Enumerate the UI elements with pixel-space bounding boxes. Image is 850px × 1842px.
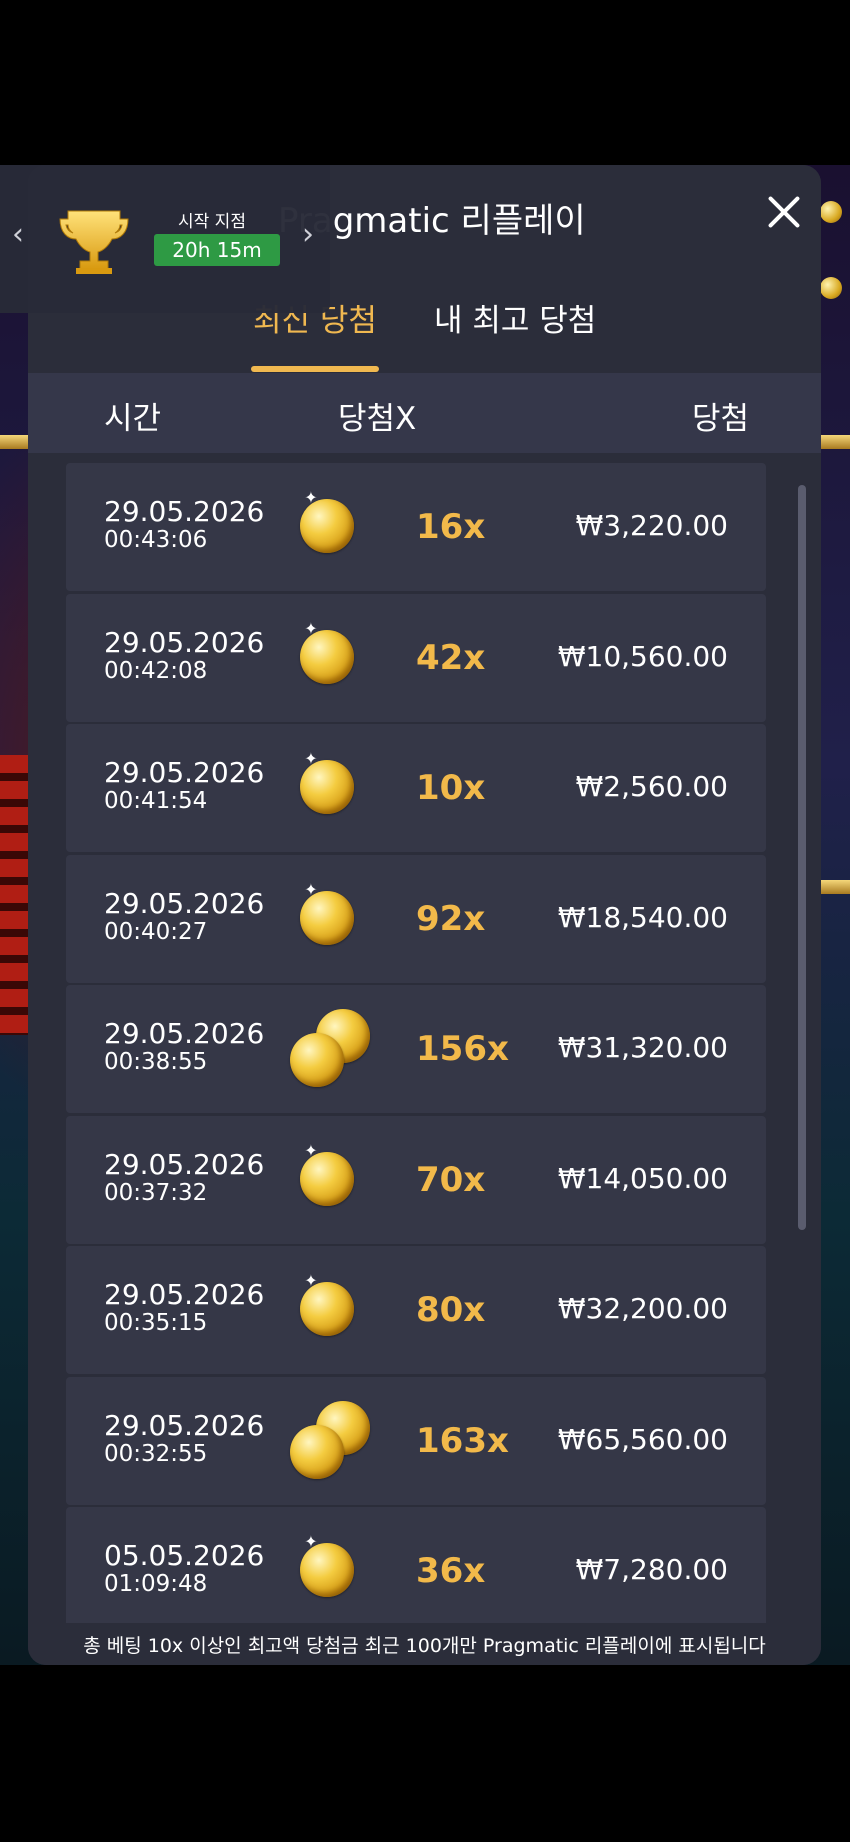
coin-icon bbox=[290, 1424, 344, 1479]
sparkle-icon: ✦ bbox=[304, 488, 318, 507]
win-amount: ₩31,320.00 bbox=[557, 1031, 728, 1064]
win-row[interactable]: 29.05.2026 00:38:55 156x ₩31,320.00 bbox=[66, 985, 766, 1113]
win-multiplier: 163x bbox=[416, 1420, 509, 1461]
close-icon[interactable] bbox=[759, 187, 809, 237]
win-multiplier: 156x bbox=[416, 1029, 509, 1069]
tournament-countdown-badge: 20h 15m bbox=[154, 234, 280, 266]
win-date: 29.05.2026 bbox=[104, 1278, 265, 1311]
tournament-widget[interactable]: ‹ 시작 지점 20h 15m › bbox=[0, 165, 330, 313]
bg-coin-icon bbox=[820, 201, 842, 223]
replay-popup: Pragmatic 리플레이 최신 당첨 내 최고 당첨 시간 당첨X 당첨 2… bbox=[28, 165, 821, 1665]
win-multiplier: 10x bbox=[416, 768, 486, 808]
win-time: 00:38:55 bbox=[104, 1049, 208, 1075]
bg-coin-icon bbox=[820, 277, 842, 299]
win-multiplier: 16x bbox=[416, 507, 486, 547]
win-time: 00:37:32 bbox=[104, 1179, 208, 1206]
win-amount: ₩3,220.00 bbox=[575, 509, 728, 542]
win-multiplier: 36x bbox=[416, 1551, 486, 1591]
footer: 총 베팅 10x 이상인 최고액 당첨금 최근 100개만 Pragmatic … bbox=[28, 1623, 821, 1665]
win-time: 00:42:08 bbox=[104, 657, 208, 684]
win-multiplier: 70x bbox=[416, 1159, 486, 1200]
win-date: 29.05.2026 bbox=[104, 625, 265, 659]
win-date: 29.05.2026 bbox=[104, 1147, 265, 1181]
win-amount: ₩18,540.00 bbox=[557, 900, 728, 934]
win-row[interactable]: 29.05.2026 00:32:55 163x ₩65,560.00 bbox=[66, 1376, 766, 1505]
chevron-right-icon[interactable]: › bbox=[302, 217, 314, 252]
win-time: 01:09:48 bbox=[104, 1571, 208, 1597]
column-header-multiplier: 당첨X bbox=[338, 401, 417, 437]
column-header-win: 당첨 bbox=[691, 401, 749, 437]
win-row[interactable]: 05.05.2026 01:09:48 ✦ 36x ₩7,280.00 bbox=[66, 1507, 766, 1623]
column-headers: 시간 당첨X 당첨 bbox=[28, 373, 821, 453]
win-multiplier: 42x bbox=[416, 637, 486, 678]
trophy-icon bbox=[59, 210, 129, 274]
red-reel-column bbox=[0, 755, 30, 1035]
active-tab-indicator bbox=[251, 366, 379, 372]
win-date: 29.05.2026 bbox=[104, 495, 265, 528]
gold-frame-right-lower bbox=[821, 880, 850, 894]
sparkle-icon: ✦ bbox=[304, 1271, 318, 1290]
coin-icon bbox=[300, 760, 354, 814]
win-time: 00:43:06 bbox=[104, 527, 208, 553]
win-amount: ₩10,560.00 bbox=[557, 639, 728, 673]
chevron-left-icon[interactable]: ‹ bbox=[12, 217, 24, 252]
sparkle-icon: ✦ bbox=[304, 1532, 318, 1551]
column-header-time: 시간 bbox=[104, 401, 162, 437]
win-time: 00:32:55 bbox=[104, 1440, 208, 1467]
win-amount: ₩2,560.00 bbox=[575, 770, 728, 803]
win-multiplier: 92x bbox=[416, 898, 486, 939]
coin-icon bbox=[300, 890, 354, 945]
win-amount: ₩7,280.00 bbox=[575, 1553, 728, 1586]
win-row[interactable]: 29.05.2026 00:40:27 ✦ 92x ₩18,540.00 bbox=[66, 854, 766, 983]
win-date: 29.05.2026 bbox=[104, 1408, 265, 1442]
coin-icon bbox=[300, 629, 354, 684]
wins-list[interactable]: 29.05.2026 00:43:06 ✦ 16x ₩3,220.00 29.05.202… bbox=[28, 453, 821, 1623]
tournament-label: 시작 지점 bbox=[178, 212, 246, 232]
gold-frame-left bbox=[0, 435, 28, 449]
win-date: 05.05.2026 bbox=[104, 1539, 265, 1572]
coin-icon bbox=[300, 1543, 354, 1597]
coin-icon bbox=[300, 1282, 354, 1336]
footer-note: 총 베팅 10x 이상인 최고액 당첨금 최근 100개만 Pragmatic … bbox=[83, 1635, 766, 1657]
win-row[interactable]: 29.05.2026 00:43:06 ✦ 16x ₩3,220.00 bbox=[66, 463, 766, 591]
win-date: 29.05.2026 bbox=[104, 1017, 265, 1050]
win-amount: ₩65,560.00 bbox=[557, 1422, 728, 1456]
win-amount: ₩32,200.00 bbox=[557, 1292, 728, 1325]
win-date: 29.05.2026 bbox=[104, 756, 265, 789]
win-row[interactable]: 29.05.2026 00:41:54 ✦ 10x ₩2,560.00 bbox=[66, 724, 766, 852]
gold-frame-right bbox=[821, 435, 850, 449]
sparkle-icon: ✦ bbox=[304, 749, 318, 768]
sparkle-icon: ✦ bbox=[304, 879, 318, 899]
screen: Pragmatic 리플레이 최신 당첨 내 최고 당첨 시간 당첨X 당첨 2… bbox=[0, 0, 850, 1842]
win-time: 00:35:15 bbox=[104, 1310, 208, 1336]
tab-my-best-wins[interactable]: 내 최고 당첨 bbox=[434, 295, 596, 340]
coin-icon bbox=[300, 1151, 354, 1206]
sparkle-icon: ✦ bbox=[304, 1140, 318, 1160]
coin-icon bbox=[290, 1033, 344, 1087]
win-time: 00:41:54 bbox=[104, 788, 208, 814]
win-multiplier: 80x bbox=[416, 1290, 486, 1330]
sparkle-icon: ✦ bbox=[304, 618, 318, 638]
win-amount: ₩14,050.00 bbox=[557, 1161, 728, 1195]
win-time: 00:40:27 bbox=[104, 918, 208, 945]
win-row[interactable]: 29.05.2026 00:42:08 ✦ 42x ₩10,560.00 bbox=[66, 593, 766, 722]
win-row[interactable]: 29.05.2026 00:35:15 ✦ 80x ₩32,200.00 bbox=[66, 1246, 766, 1374]
win-row[interactable]: 29.05.2026 00:37:32 ✦ 70x ₩14,050.00 bbox=[66, 1115, 766, 1244]
win-date: 29.05.2026 bbox=[104, 886, 265, 920]
coin-icon bbox=[300, 499, 354, 553]
list-scrollbar[interactable] bbox=[798, 485, 806, 1230]
